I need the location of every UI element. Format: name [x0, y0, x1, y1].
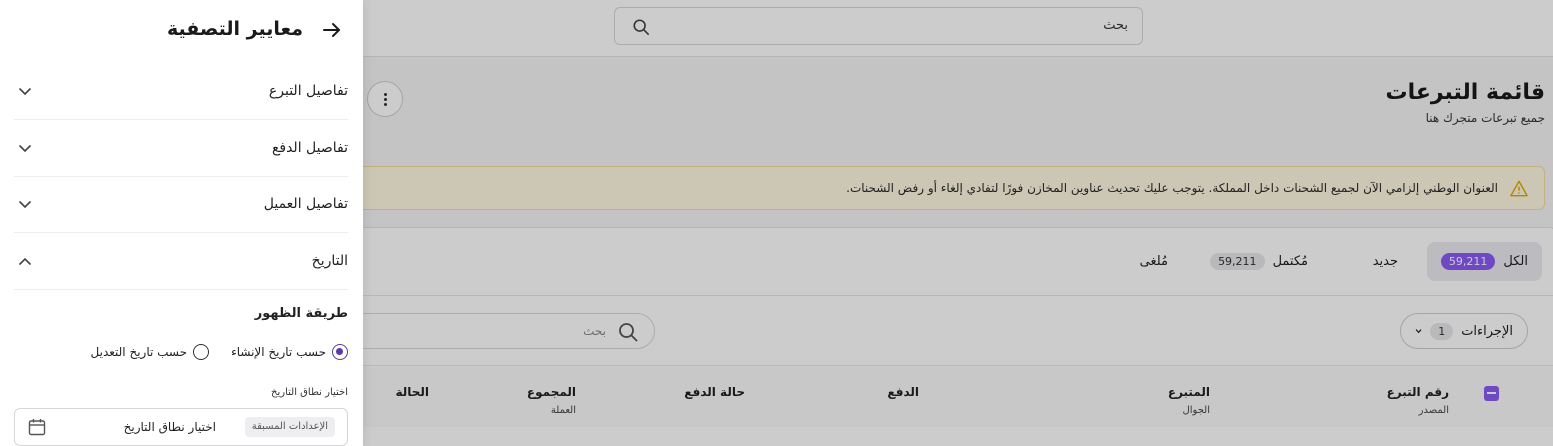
filter-drawer: معايير التصفية تفاصيل التبرع تفاصيل الدف…	[0, 0, 363, 446]
arrow-right-icon[interactable]	[321, 19, 343, 41]
date-type-radio-group: حسب تاريخ الإنشاء حسب تاريخ التعديل	[91, 344, 348, 360]
accordion-label: تفاصيل العميل	[263, 196, 348, 212]
accordion-date[interactable]: التاريخ	[14, 233, 348, 290]
calendar-icon	[28, 419, 46, 436]
filter-drawer-header: معايير التصفية	[0, 0, 363, 60]
accordion-donation-details[interactable]: تفاصيل التبرع	[14, 63, 348, 120]
chevron-down-icon	[18, 200, 32, 209]
accordion-label: تفاصيل الدفع	[271, 140, 348, 156]
date-range-label: اختيار نطاق التاريخ	[271, 387, 348, 398]
radio-indicator[interactable]	[332, 344, 348, 360]
date-range-picker[interactable]: الإعدادات المسبقة اختيار نطاق التاريخ	[14, 408, 348, 446]
date-range-placeholder: اختيار نطاق التاريخ	[123, 420, 216, 434]
radio-label: حسب تاريخ التعديل	[90, 345, 188, 359]
chevron-up-icon	[18, 257, 32, 266]
radio-created-date[interactable]: حسب تاريخ الإنشاء	[231, 344, 348, 360]
accordion-customer-details[interactable]: تفاصيل العميل	[14, 176, 348, 233]
filter-drawer-title: معايير التصفية	[166, 18, 303, 40]
radio-modified-date[interactable]: حسب تاريخ التعديل	[91, 344, 210, 360]
accordion-label: تفاصيل التبرع	[268, 83, 348, 99]
accordion-payment-details[interactable]: تفاصيل الدفع	[14, 120, 348, 177]
chevron-down-icon	[18, 144, 32, 153]
display-method-label: طريقة الظهور	[254, 306, 348, 321]
radio-label: حسب تاريخ الإنشاء	[231, 345, 326, 359]
presets-chip[interactable]: الإعدادات المسبقة	[244, 417, 335, 437]
radio-indicator[interactable]	[193, 344, 210, 360]
accordion-label: التاريخ	[311, 253, 348, 269]
chevron-down-icon	[18, 87, 32, 96]
